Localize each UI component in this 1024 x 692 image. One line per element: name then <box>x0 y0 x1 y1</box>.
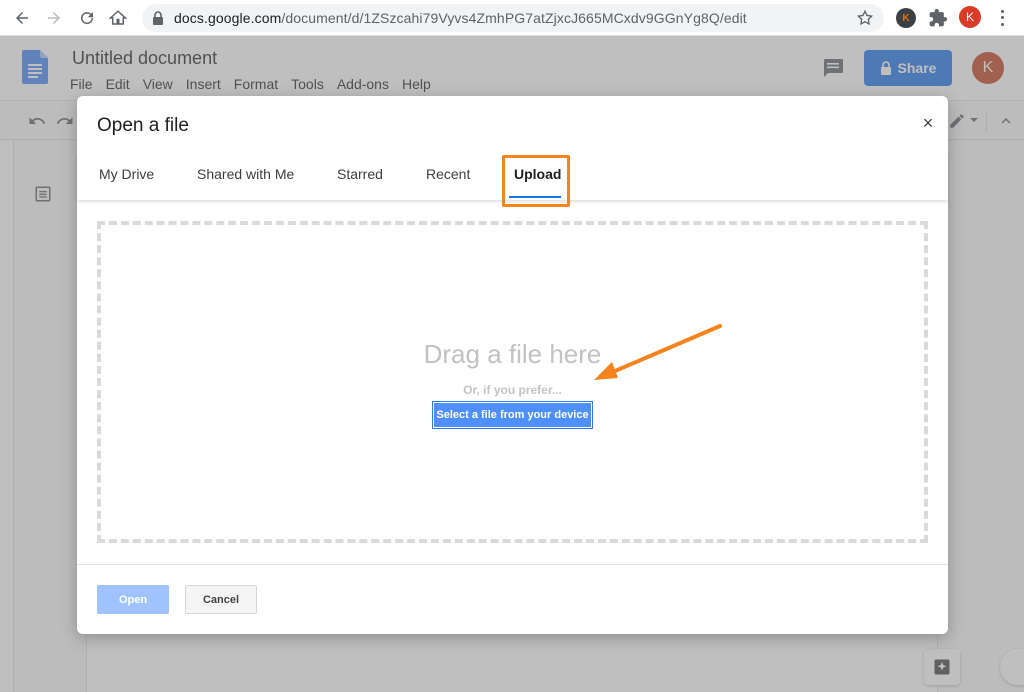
upload-tab-highlight <box>502 155 570 207</box>
file-drop-zone[interactable]: Drag a file here Or, if you prefer... Se… <box>97 221 928 543</box>
tab-shared-with-me[interactable]: Shared with Me <box>197 166 294 182</box>
browser-toolbar: docs.google.com/document/d/1ZSzcahi79Vyv… <box>0 0 1024 36</box>
drop-zone-title: Drag a file here <box>423 339 602 369</box>
close-icon[interactable]: × <box>920 114 936 132</box>
tab-my-drive[interactable]: My Drive <box>99 166 154 182</box>
puzzle-icon[interactable] <box>928 8 948 28</box>
star-icon[interactable] <box>856 9 874 27</box>
drop-zone-subtitle: Or, if you prefer... <box>463 383 562 397</box>
open-file-dialog: Open a file × My Drive Shared with Me St… <box>77 96 948 634</box>
dialog-title: Open a file <box>97 115 189 136</box>
home-icon[interactable] <box>106 6 130 30</box>
menu-dots-icon[interactable] <box>995 8 1009 28</box>
lock-icon <box>153 11 163 25</box>
tab-recent[interactable]: Recent <box>426 166 470 182</box>
back-icon[interactable] <box>10 6 34 30</box>
tab-starred[interactable]: Starred <box>337 166 383 182</box>
address-bar[interactable]: docs.google.com/document/d/1ZSzcahi79Vyv… <box>142 4 884 32</box>
chrome-profile-avatar[interactable]: K <box>959 6 981 28</box>
url-text: docs.google.com/document/d/1ZSzcahi79Vyv… <box>174 10 747 26</box>
cancel-button[interactable]: Cancel <box>185 585 257 614</box>
open-button[interactable]: Open <box>97 585 169 614</box>
select-file-button[interactable]: Select a file from your device <box>432 401 593 429</box>
reload-icon[interactable] <box>75 6 99 30</box>
annotation-arrow-icon <box>594 324 722 380</box>
forward-icon[interactable] <box>42 6 66 30</box>
dialog-footer-divider <box>77 564 948 565</box>
extension-icon[interactable]: K <box>896 8 916 28</box>
